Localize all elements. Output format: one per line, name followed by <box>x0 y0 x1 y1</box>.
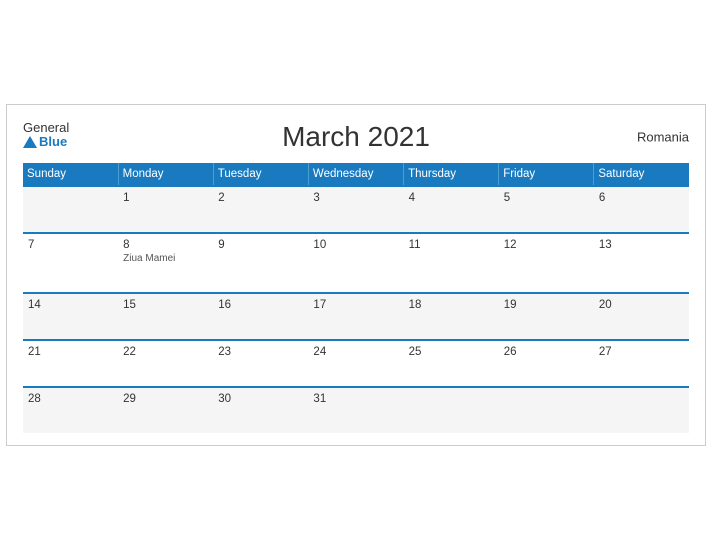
week-row-4: 21 22 23 24 25 26 27 <box>23 340 689 387</box>
calendar-cell: 17 <box>308 293 403 340</box>
calendar-cell: 7 <box>23 233 118 293</box>
calendar-cell <box>404 387 499 433</box>
weekday-header-saturday: Saturday <box>594 163 689 186</box>
calendar-cell <box>23 186 118 233</box>
calendar-cell: 21 <box>23 340 118 387</box>
day-number: 2 <box>218 192 303 204</box>
day-number: 29 <box>123 393 208 405</box>
day-number: 23 <box>218 346 303 358</box>
logo-general-text: General <box>23 121 69 135</box>
weekday-header-friday: Friday <box>499 163 594 186</box>
day-number: 12 <box>504 239 589 251</box>
day-number: 5 <box>504 192 589 204</box>
day-number: 24 <box>313 346 398 358</box>
day-number: 1 <box>123 192 208 204</box>
event-label: Ziua Mamei <box>123 253 208 264</box>
country-label: Romania <box>637 130 689 145</box>
day-number: 3 <box>313 192 398 204</box>
calendar-cell: 5 <box>499 186 594 233</box>
calendar-cell: 26 <box>499 340 594 387</box>
calendar-cell: 2 <box>213 186 308 233</box>
day-number: 21 <box>28 346 113 358</box>
calendar-cell: 16 <box>213 293 308 340</box>
day-number: 28 <box>28 393 113 405</box>
weekday-header-sunday: Sunday <box>23 163 118 186</box>
day-number: 4 <box>409 192 494 204</box>
calendar-cell: 9 <box>213 233 308 293</box>
weekday-header-row: SundayMondayTuesdayWednesdayThursdayFrid… <box>23 163 689 186</box>
calendar-cell <box>499 387 594 433</box>
logo-triangle-icon <box>23 136 37 148</box>
calendar-header: General Blue March 2021 Romania <box>23 121 689 153</box>
calendar-cell: 14 <box>23 293 118 340</box>
week-row-3: 14 15 16 17 18 19 20 <box>23 293 689 340</box>
day-number: 7 <box>28 239 113 251</box>
weekday-header-wednesday: Wednesday <box>308 163 403 186</box>
day-number: 15 <box>123 299 208 311</box>
calendar: General Blue March 2021 Romania SundayMo… <box>6 104 706 446</box>
calendar-cell: 1 <box>118 186 213 233</box>
logo-blue-text: Blue <box>23 135 67 149</box>
day-number: 10 <box>313 239 398 251</box>
calendar-cell: 24 <box>308 340 403 387</box>
day-number: 9 <box>218 239 303 251</box>
calendar-cell: 6 <box>594 186 689 233</box>
calendar-cell: 30 <box>213 387 308 433</box>
week-row-1: 123456 <box>23 186 689 233</box>
calendar-cell: 15 <box>118 293 213 340</box>
calendar-cell <box>594 387 689 433</box>
calendar-title: March 2021 <box>282 121 430 153</box>
calendar-cell: 3 <box>308 186 403 233</box>
weekday-header-tuesday: Tuesday <box>213 163 308 186</box>
calendar-cell: 29 <box>118 387 213 433</box>
day-number: 27 <box>599 346 684 358</box>
calendar-cell: 19 <box>499 293 594 340</box>
day-number: 30 <box>218 393 303 405</box>
weekday-header-thursday: Thursday <box>404 163 499 186</box>
week-row-5: 28 29 30 31 <box>23 387 689 433</box>
weekday-header-monday: Monday <box>118 163 213 186</box>
logo: General Blue <box>23 121 69 150</box>
calendar-cell: 31 <box>308 387 403 433</box>
week-row-2: 78 Ziua Mamei 9 10 11 12 13 <box>23 233 689 293</box>
day-number: 25 <box>409 346 494 358</box>
calendar-cell: 4 <box>404 186 499 233</box>
calendar-cell: 8 Ziua Mamei <box>118 233 213 293</box>
day-number: 26 <box>504 346 589 358</box>
calendar-cell: 10 <box>308 233 403 293</box>
day-number: 11 <box>409 239 494 251</box>
day-number: 8 <box>123 239 208 251</box>
day-number: 16 <box>218 299 303 311</box>
day-number: 18 <box>409 299 494 311</box>
day-number: 22 <box>123 346 208 358</box>
day-number: 13 <box>599 239 684 251</box>
calendar-cell: 27 <box>594 340 689 387</box>
day-number: 19 <box>504 299 589 311</box>
calendar-table: SundayMondayTuesdayWednesdayThursdayFrid… <box>23 163 689 433</box>
calendar-cell: 20 <box>594 293 689 340</box>
calendar-cell: 11 <box>404 233 499 293</box>
calendar-cell: 22 <box>118 340 213 387</box>
calendar-cell: 13 <box>594 233 689 293</box>
calendar-cell: 28 <box>23 387 118 433</box>
day-number: 31 <box>313 393 398 405</box>
calendar-cell: 18 <box>404 293 499 340</box>
day-number: 6 <box>599 192 684 204</box>
day-number: 14 <box>28 299 113 311</box>
calendar-cell: 23 <box>213 340 308 387</box>
day-number: 17 <box>313 299 398 311</box>
calendar-cell: 25 <box>404 340 499 387</box>
calendar-cell: 12 <box>499 233 594 293</box>
day-number: 20 <box>599 299 684 311</box>
